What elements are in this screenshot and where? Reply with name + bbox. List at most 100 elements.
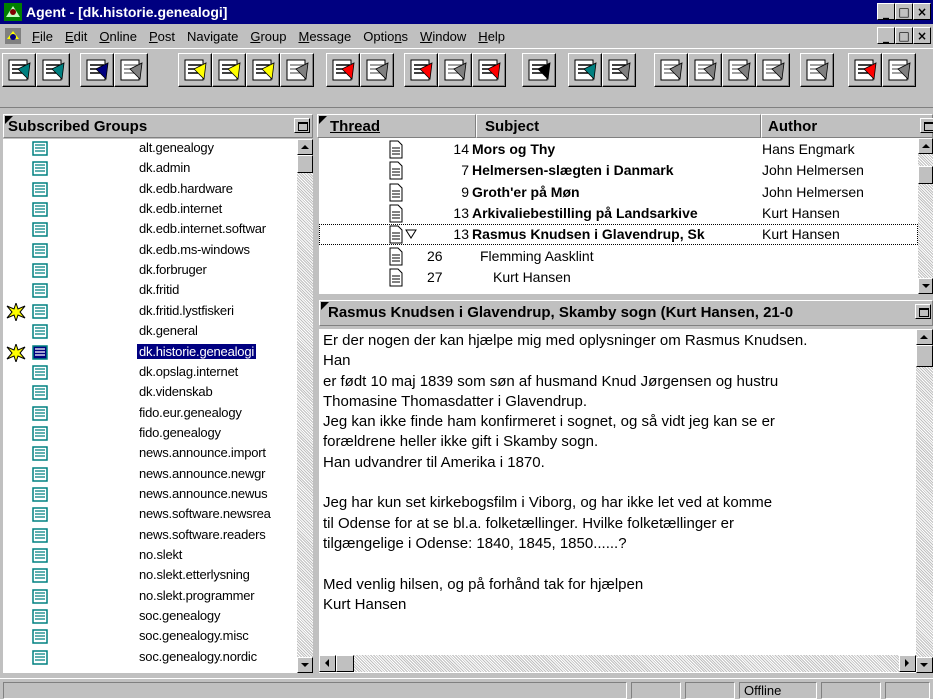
sort-button[interactable] (602, 53, 636, 87)
skip-thread-button[interactable] (360, 53, 394, 87)
groups-scroll-up-button[interactable] (297, 139, 313, 155)
menu-edit[interactable]: Edit (59, 29, 93, 44)
group-row[interactable]: dk.forbruger (3, 261, 297, 281)
close-button[interactable]: × (913, 3, 931, 20)
mdi-restore-button[interactable]: □ (895, 27, 913, 44)
message-scroll-thumb[interactable] (916, 345, 933, 367)
message-scroll-right-button[interactable] (899, 655, 916, 672)
minimize-button[interactable]: _ (877, 3, 895, 20)
sort-down-button[interactable] (654, 53, 688, 87)
message-scroll-down-button[interactable] (916, 657, 933, 673)
groups-list[interactable]: alt.genealogy dk.admin dk.edb.hardware dk.e… (3, 139, 297, 673)
group-row[interactable]: news.announce.import (3, 444, 297, 464)
group-row[interactable]: dk.general (3, 322, 297, 342)
group-row[interactable]: dk.edb.hardware (3, 180, 297, 200)
group-row[interactable]: dk.fritid (3, 281, 297, 301)
group-row[interactable]: no.slekt.etterlysning (3, 566, 297, 586)
message-scroll-up-button[interactable] (916, 329, 933, 345)
message-pane-maximize-button[interactable] (915, 304, 931, 319)
online-antenna-button[interactable] (848, 53, 882, 87)
group-row[interactable]: dk.admin (3, 159, 297, 179)
thread-scroll-up-button[interactable] (918, 138, 933, 154)
group-row[interactable]: dk.edb.internet (3, 200, 297, 220)
message-pane-header[interactable]: Rasmus Knudsen i Glavendrup, Skamby sogn… (319, 300, 933, 326)
thread-row[interactable]: 13 Arkivaliebestilling på Landsarkive Kurt… (319, 203, 918, 224)
group-row[interactable]: dk.edb.internet.softwar (3, 220, 297, 240)
thread-scrollbar[interactable] (918, 138, 933, 294)
message-body[interactable]: Er der nogen der kan hjælpe mig med oply… (319, 329, 916, 673)
group-row[interactable]: dk.edb.ms-windows (3, 241, 297, 261)
menu-post[interactable]: Post (143, 29, 181, 44)
thread-row[interactable]: 13 Rasmus Knudsen i Glavendrup, Sk Kurt Ha… (319, 224, 918, 246)
group-row[interactable]: news.software.newsrea (3, 505, 297, 525)
message-hscroll-thumb[interactable] (336, 655, 354, 672)
mdi-minimize-button[interactable]: _ (877, 27, 895, 44)
maximize-button[interactable]: □ (895, 3, 913, 20)
delete-button[interactable] (472, 53, 506, 87)
mark-read-button[interactable] (404, 53, 438, 87)
menu-message[interactable]: Message (292, 29, 357, 44)
forward-button[interactable] (280, 53, 314, 87)
flashlight-button[interactable] (568, 53, 602, 87)
group-row[interactable]: alt.genealogy (3, 139, 297, 159)
followup-button[interactable] (212, 53, 246, 87)
music-note-button[interactable] (800, 53, 834, 87)
menu-group[interactable]: Group (244, 29, 292, 44)
group-row[interactable]: soc.genealogy.nordic (3, 648, 297, 668)
author-column-header[interactable]: Author (761, 114, 933, 138)
group-row[interactable]: no.slekt (3, 546, 297, 566)
groups-scroll-thumb[interactable] (297, 155, 313, 173)
post-article-button[interactable] (178, 53, 212, 87)
group-row[interactable]: news.software.readers (3, 526, 297, 546)
menu-online[interactable]: Online (93, 29, 143, 44)
new-groups-button[interactable] (36, 53, 70, 87)
menu-window[interactable]: Window (414, 29, 472, 44)
thread-pane-maximize-button[interactable] (920, 118, 933, 133)
message-scroll-left-button[interactable] (319, 655, 336, 672)
mdi-close-button[interactable]: × (913, 27, 931, 44)
group-row[interactable]: no.slekt.programmer (3, 587, 297, 607)
thread-scroll-down-button[interactable] (918, 278, 933, 294)
group-row[interactable]: soc.genealogy (3, 607, 297, 627)
group-row[interactable]: dk.videnskab (3, 383, 297, 403)
groups-pane-maximize-button[interactable] (294, 118, 310, 133)
group-row[interactable]: soc.genealogy.misc (3, 627, 297, 647)
thread-scroll-thumb[interactable] (918, 166, 933, 184)
stop-button[interactable] (882, 53, 916, 87)
group-row[interactable]: fido.eur.genealogy (3, 404, 297, 424)
title-bar[interactable]: Agent - [dk.historie.genealogi] _ □ × (0, 0, 933, 24)
thread-row[interactable]: 7 Helmersen-slægten i Danmark John Helmers… (319, 160, 918, 181)
group-row[interactable]: fido.genealogy (3, 424, 297, 444)
document-control-icon[interactable] (4, 27, 22, 45)
group-row[interactable]: news.announce.newgr (3, 465, 297, 485)
retrieve-headers-button[interactable] (80, 53, 114, 87)
watch-button[interactable] (688, 53, 722, 87)
subject-column-header[interactable]: Subject (476, 114, 761, 138)
group-row[interactable]: dk.fritid.lystfiskeri (3, 302, 297, 322)
thread-row[interactable]: 9 Groth'er på Møn John Helmersen (319, 182, 918, 203)
lock-button[interactable] (722, 53, 756, 87)
menu-file[interactable]: File (26, 29, 59, 44)
reply-button[interactable] (246, 53, 280, 87)
mark-unread-button[interactable] (438, 53, 472, 87)
thread-row[interactable]: 14 Mors og Thy Hans Engmark (319, 139, 918, 160)
thread-expand-icon[interactable] (405, 228, 417, 240)
groups-scrollbar[interactable] (297, 139, 313, 673)
rot13-button[interactable] (522, 53, 556, 87)
retrieve-bodies-button[interactable] (114, 53, 148, 87)
thread-list[interactable]: 14 Mors og Thy Hans Engmark 7 Helmersen-slæg… (319, 138, 918, 294)
group-row[interactable]: dk.historie.genealogi (3, 343, 297, 363)
ignore-button[interactable] (756, 53, 790, 87)
message-hscrollbar[interactable] (319, 655, 916, 672)
group-row[interactable]: dk.opslag.internet (3, 363, 297, 383)
menu-navigate[interactable]: Navigate (181, 29, 244, 44)
thread-column-header[interactable]: Thread (317, 114, 476, 138)
group-row[interactable]: news.announce.newus (3, 485, 297, 505)
message-scrollbar[interactable] (916, 329, 933, 673)
groups-scroll-down-button[interactable] (297, 657, 313, 673)
menu-options[interactable]: Options (357, 29, 414, 44)
thread-row[interactable]: 26 Flemming Aasklint (319, 246, 918, 267)
groups-pane-header[interactable]: Subscribed Groups (3, 114, 313, 138)
menu-help[interactable]: Help (472, 29, 511, 44)
next-unread-button[interactable] (326, 53, 360, 87)
